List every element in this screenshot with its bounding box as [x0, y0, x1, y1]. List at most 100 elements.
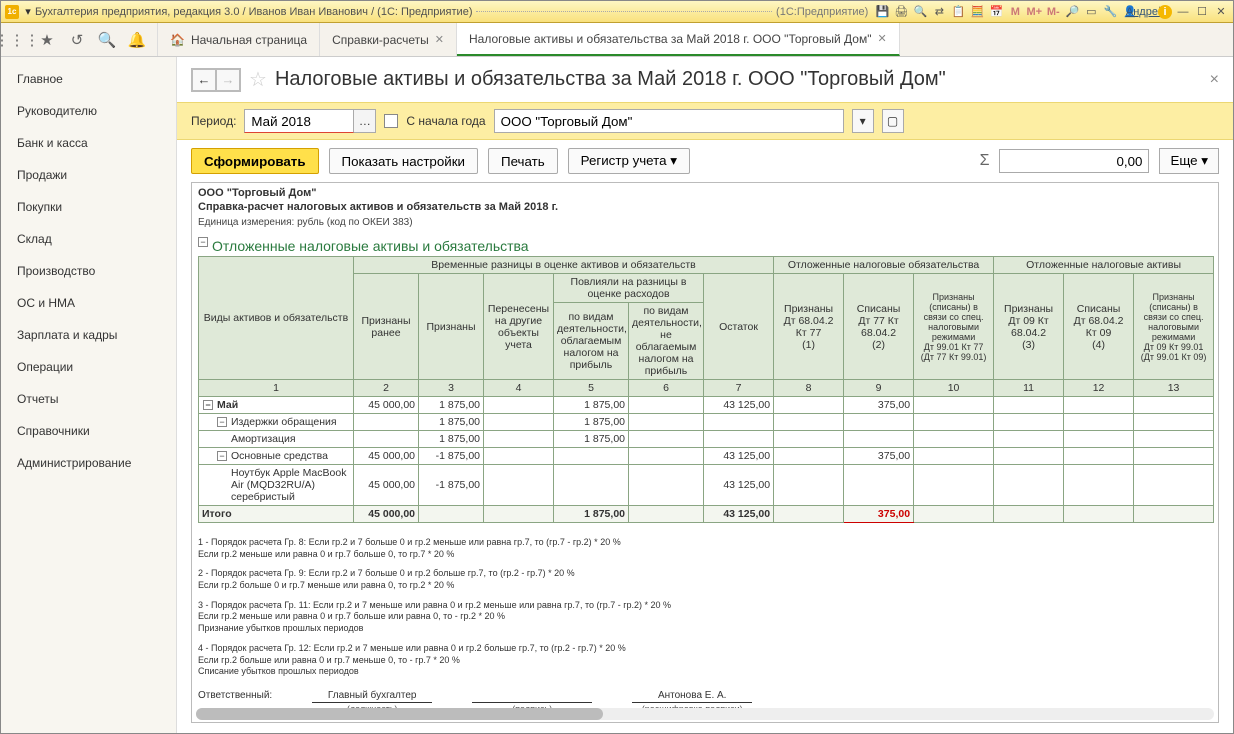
- organization-input[interactable]: [494, 109, 844, 133]
- horizontal-scrollbar[interactable]: [196, 708, 1214, 720]
- cell: 43 125,00: [704, 397, 774, 414]
- sidebar-item-admin[interactable]: Администрирование: [1, 447, 176, 479]
- th-c11: Признаны Дт 09 Кт 68.04.2 (3): [994, 274, 1064, 380]
- m-button[interactable]: M: [1007, 4, 1023, 20]
- cell: [914, 431, 994, 448]
- report-area[interactable]: ООО "Торговый Дом" Справка-расчет налого…: [191, 182, 1219, 723]
- period-picker-button[interactable]: …: [354, 109, 376, 133]
- bell-icon[interactable]: 🔔: [127, 30, 147, 50]
- cell: [994, 414, 1064, 431]
- sidebar-item-operations[interactable]: Операции: [1, 351, 176, 383]
- collapse-icon[interactable]: −: [217, 451, 227, 461]
- sidebar-item-main[interactable]: Главное: [1, 63, 176, 95]
- close-icon[interactable]: ✕: [435, 33, 444, 46]
- close-window-icon[interactable]: ✕: [1213, 4, 1229, 20]
- cell: [994, 397, 1064, 414]
- sidebar-item-directories[interactable]: Справочники: [1, 415, 176, 447]
- print-button[interactable]: Печать: [488, 148, 558, 174]
- form-button[interactable]: Сформировать: [191, 148, 319, 174]
- m-plus-button[interactable]: M+: [1026, 4, 1042, 20]
- star-icon[interactable]: ☆: [249, 67, 267, 92]
- favorite-icon[interactable]: ★: [37, 30, 57, 50]
- nav-forward-button[interactable]: →: [216, 69, 240, 91]
- register-button[interactable]: Регистр учета ▾: [568, 148, 690, 174]
- since-year-checkbox[interactable]: [384, 114, 398, 128]
- cell: 1 875,00: [419, 431, 484, 448]
- m-minus-button[interactable]: M-: [1045, 4, 1061, 20]
- nav-back-button[interactable]: ←: [192, 69, 216, 91]
- titlebar-menu-icon[interactable]: ▾: [21, 5, 35, 19]
- period-input[interactable]: [244, 109, 354, 133]
- table-row[interactable]: −Май45 000,001 875,001 875,0043 125,0037…: [199, 397, 1214, 414]
- period-label: Период:: [191, 114, 236, 128]
- tab-home[interactable]: 🏠 Начальная страница: [157, 23, 320, 56]
- sidebar-item-hr[interactable]: Зарплата и кадры: [1, 319, 176, 351]
- sidebar-item-bank[interactable]: Банк и касса: [1, 127, 176, 159]
- collapse-icon[interactable]: −: [217, 417, 227, 427]
- colnum: 2: [354, 380, 419, 397]
- history-icon[interactable]: ↺: [67, 30, 87, 50]
- actions-bar: Сформировать Показать настройки Печать Р…: [177, 140, 1233, 182]
- zoom-icon[interactable]: 🔎: [1064, 4, 1080, 20]
- sidebar-item-sales[interactable]: Продажи: [1, 159, 176, 191]
- close-page-icon[interactable]: ×: [1210, 71, 1219, 89]
- more-button[interactable]: Еще ▾: [1159, 148, 1219, 174]
- toolbar: ⋮⋮⋮ ★ ↺ 🔍 🔔 🏠 Начальная страница Справки…: [1, 23, 1233, 57]
- table-row[interactable]: −Издержки обращения1 875,001 875,00: [199, 414, 1214, 431]
- compare-icon[interactable]: ⇄: [931, 4, 947, 20]
- colnum: 7: [704, 380, 774, 397]
- cell: 45 000,00: [354, 397, 419, 414]
- total-row: Итого 45 000,00 1 875,00 43 125,00 375,0…: [199, 506, 1214, 523]
- user-icon[interactable]: 👤Андрей: [1121, 4, 1155, 20]
- sidebar-item-manager[interactable]: Руководителю: [1, 95, 176, 127]
- organization-dropdown-button[interactable]: ▾: [852, 109, 874, 133]
- page-title: Налоговые активы и обязательства за Май …: [275, 68, 946, 91]
- minimize-icon[interactable]: —: [1175, 4, 1191, 20]
- cell: [914, 397, 994, 414]
- cell: 375,00: [844, 448, 914, 465]
- maximize-icon[interactable]: ☐: [1194, 4, 1210, 20]
- preview-icon[interactable]: 🔍: [912, 4, 928, 20]
- calendar-icon[interactable]: 📅: [988, 4, 1004, 20]
- cell: -1 875,00: [419, 465, 484, 506]
- table-row[interactable]: −Основные средства45 000,00-1 875,0043 1…: [199, 448, 1214, 465]
- sidebar-item-assets[interactable]: ОС и НМА: [1, 287, 176, 319]
- tools-icon[interactable]: 🔧: [1102, 4, 1118, 20]
- sidebar-item-reports[interactable]: Отчеты: [1, 383, 176, 415]
- home-icon: 🏠: [170, 33, 185, 47]
- panel-icon[interactable]: ▭: [1083, 4, 1099, 20]
- note-1: 1 - Порядок расчета Гр. 8: Если гр.2 и 7…: [198, 537, 1212, 560]
- cell: [774, 397, 844, 414]
- save-icon[interactable]: 💾: [874, 4, 890, 20]
- sidebar: Главное Руководителю Банк и касса Продаж…: [1, 57, 177, 733]
- tab-tax-assets[interactable]: Налоговые активы и обязательства за Май …: [457, 23, 900, 56]
- scrollbar-thumb[interactable]: [196, 708, 603, 720]
- report-org: ООО "Торговый Дом": [198, 187, 1212, 199]
- close-icon[interactable]: ✕: [877, 32, 886, 45]
- search-icon[interactable]: 🔍: [97, 30, 117, 50]
- report-section: Отложенные налоговые активы и обязательс…: [212, 238, 529, 254]
- collapse-icon[interactable]: −: [198, 237, 208, 247]
- table-row[interactable]: Ноутбук Apple MacBook Air (MQD32RU/A) се…: [199, 465, 1214, 506]
- sidebar-item-warehouse[interactable]: Склад: [1, 223, 176, 255]
- cell: [484, 397, 554, 414]
- cell: [484, 431, 554, 448]
- tab-references[interactable]: Справки-расчеты ✕: [320, 23, 457, 56]
- sidebar-item-purchases[interactable]: Покупки: [1, 191, 176, 223]
- clipboard-icon[interactable]: 📋: [950, 4, 966, 20]
- print-icon[interactable]: 🖨: [893, 4, 909, 20]
- collapse-icon[interactable]: −: [203, 400, 213, 410]
- cell: [629, 397, 704, 414]
- sum-input[interactable]: [999, 149, 1149, 173]
- table-row[interactable]: Амортизация1 875,001 875,00: [199, 431, 1214, 448]
- apps-icon[interactable]: ⋮⋮⋮: [7, 30, 27, 50]
- sidebar-item-production[interactable]: Производство: [1, 255, 176, 287]
- note-2: 2 - Порядок расчета Гр. 9: Если гр.2 и 7…: [198, 568, 1212, 591]
- cell: [1134, 448, 1214, 465]
- report-table: Виды активов и обязательств Временные ра…: [198, 256, 1214, 523]
- info-icon[interactable]: i: [1158, 5, 1172, 19]
- show-settings-button[interactable]: Показать настройки: [329, 148, 478, 174]
- cell: 45 000,00: [354, 465, 419, 506]
- calc-icon[interactable]: 🧮: [969, 4, 985, 20]
- organization-open-button[interactable]: ▢: [882, 109, 904, 133]
